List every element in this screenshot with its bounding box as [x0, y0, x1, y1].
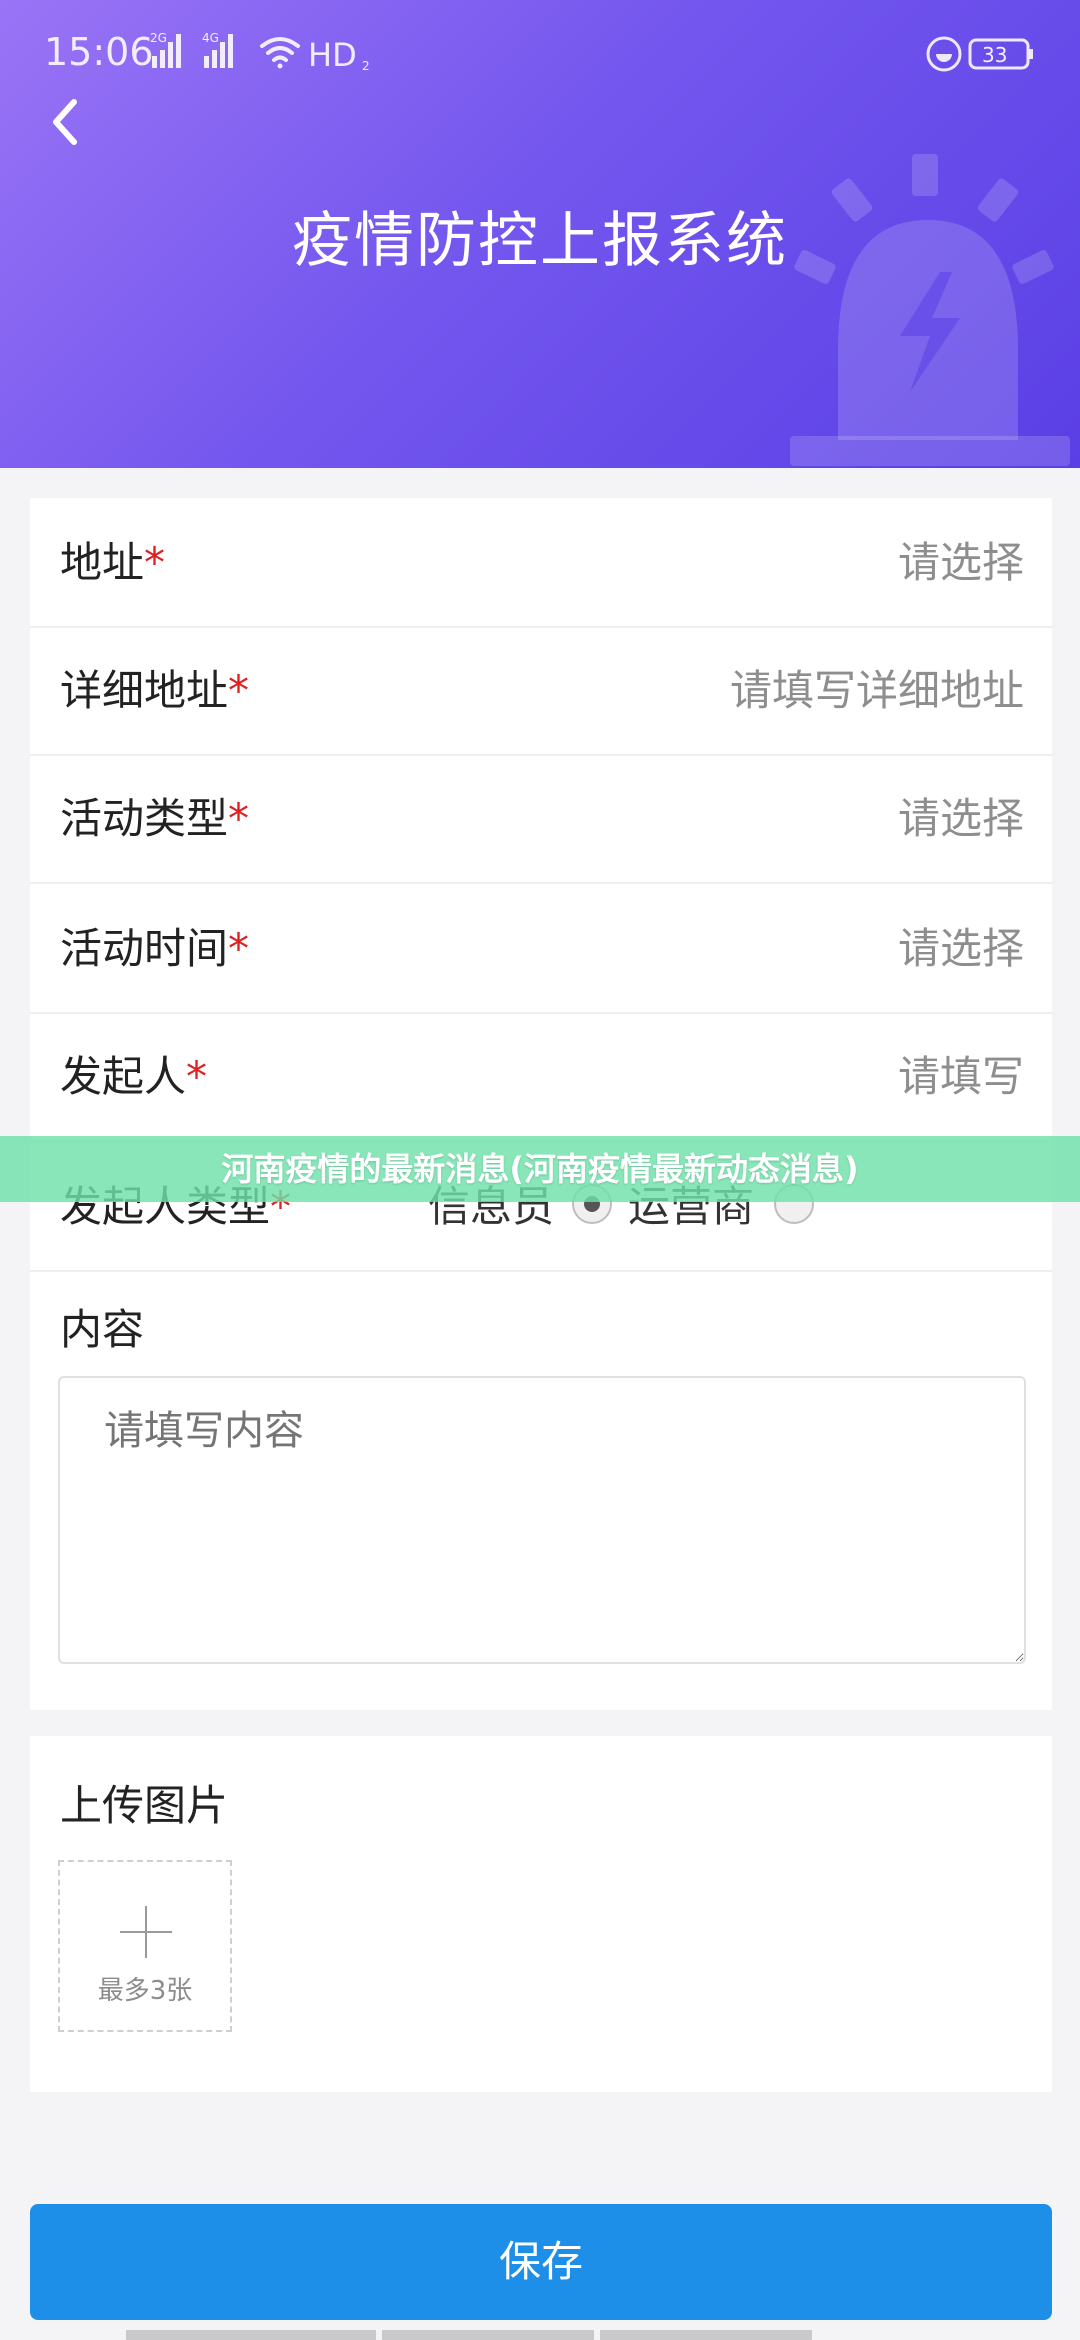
- content-label: 内容: [60, 1305, 145, 1354]
- svg-text:HD: HD: [308, 36, 357, 72]
- activity-time-label: 活动时间*: [60, 924, 250, 973]
- activity-time-select[interactable]: 请选择: [898, 884, 1024, 1014]
- overlay-banner: 河南疫情的最新消息(河南疫情最新动态消息): [0, 1136, 1080, 1202]
- address-row[interactable]: 地址* 请选择: [30, 498, 1052, 628]
- detail-address-input[interactable]: 请填写详细地址: [730, 626, 1024, 756]
- required-mark: *: [228, 666, 250, 715]
- required-mark: *: [228, 924, 250, 973]
- upload-image-button[interactable]: 最多3张: [58, 1860, 232, 2032]
- svg-text:2: 2: [362, 59, 370, 72]
- svg-text:33: 33: [982, 43, 1007, 67]
- initiator-label: 发起人*: [60, 1052, 208, 1101]
- alarm-light-icon: [790, 154, 1070, 466]
- content-textarea[interactable]: [58, 1376, 1026, 1664]
- upload-title: 上传图片: [60, 1781, 229, 1830]
- plus-icon: [120, 1906, 172, 1958]
- activity-type-select[interactable]: 请选择: [898, 754, 1024, 884]
- back-button[interactable]: [36, 92, 96, 152]
- address-select[interactable]: 请选择: [898, 498, 1024, 628]
- svg-text:4G: 4G: [202, 32, 219, 45]
- signal-4g-icon: 4G: [202, 32, 233, 68]
- status-icons: 2G 4G HD 2: [150, 32, 370, 72]
- status-right-icons: 33: [926, 36, 1033, 72]
- initiator-input[interactable]: 请填写: [898, 1012, 1024, 1142]
- detail-address-label: 详细地址*: [60, 666, 250, 715]
- detail-address-row[interactable]: 详细地址* 请填写详细地址: [30, 626, 1052, 756]
- required-mark: *: [144, 538, 166, 587]
- activity-type-row[interactable]: 活动类型* 请选择: [30, 754, 1052, 884]
- wifi-icon: [260, 37, 300, 69]
- upload-hint: 最多3张: [97, 1976, 193, 2006]
- battery-icon: 33: [968, 38, 1033, 70]
- signal-2g-icon: 2G: [150, 32, 181, 68]
- activity-time-row[interactable]: 活动时间* 请选择: [30, 884, 1052, 1014]
- upload-section: 上传图片 最多3张: [30, 1736, 1052, 2092]
- status-bar: 15:06 2G 4G HD 2 33: [0, 0, 1080, 100]
- report-form: 地址* 请选择 详细地址* 请填写详细地址 活动类型* 请选择 活动时间* 请选…: [30, 498, 1052, 1710]
- initiator-row[interactable]: 发起人* 请填写: [30, 1012, 1052, 1142]
- bottom-indicator: [126, 2330, 956, 2340]
- header: 15:06 2G 4G HD 2 33 疫情防控上报系统: [0, 0, 1080, 468]
- address-label: 地址*: [60, 538, 166, 587]
- activity-type-label: 活动类型*: [60, 794, 250, 843]
- required-mark: *: [228, 794, 250, 843]
- moon-mode-icon: [926, 36, 962, 72]
- svg-text:2G: 2G: [150, 32, 167, 45]
- required-mark: *: [186, 1052, 208, 1101]
- hd-icon: HD 2: [308, 36, 370, 72]
- chevron-left-icon: [53, 99, 77, 145]
- save-button[interactable]: 保存: [30, 2204, 1052, 2320]
- status-time: 15:06: [44, 30, 154, 74]
